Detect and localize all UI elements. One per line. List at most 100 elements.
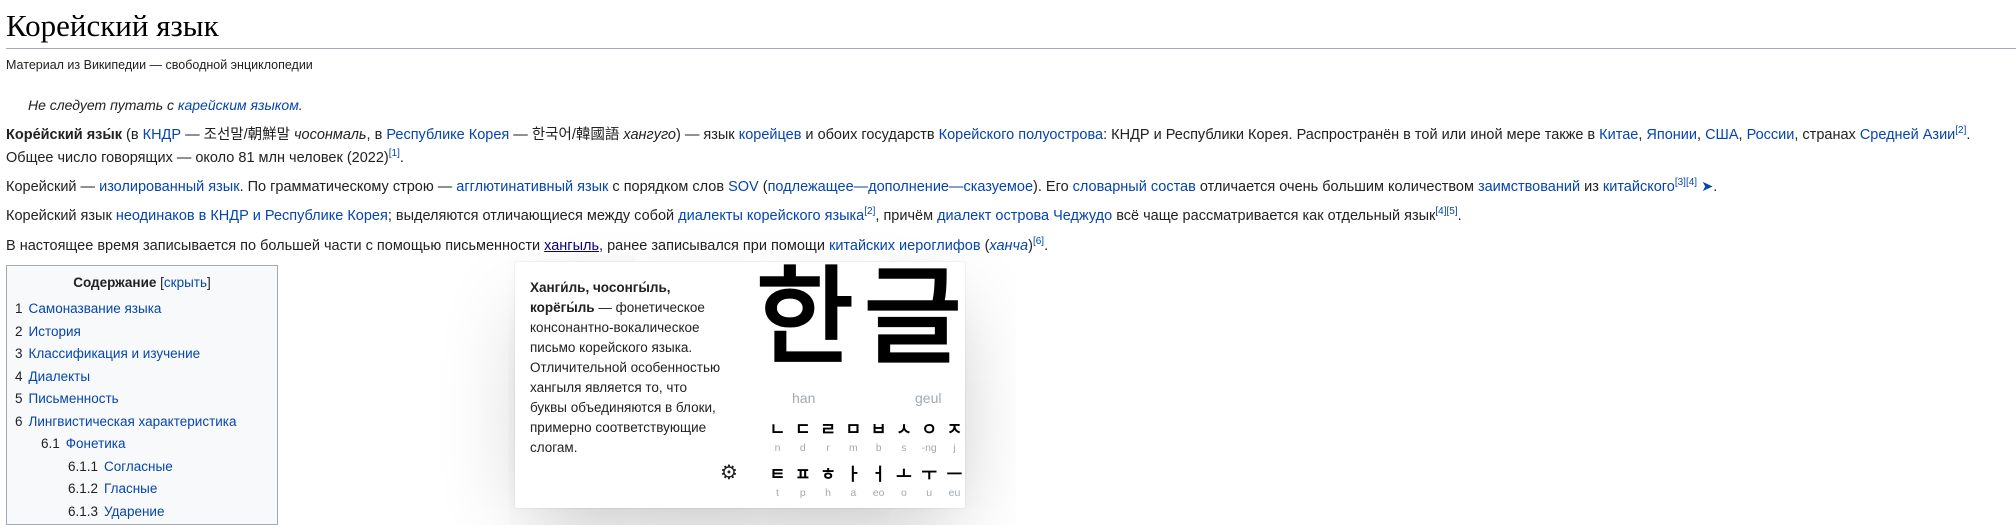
toc-list: 1 Самоназвание языка 2 История 3 Классифика… xyxy=(7,298,277,523)
text: (в xyxy=(122,127,143,143)
link-subject[interactable]: подлежащее xyxy=(768,179,854,195)
romanization: r xyxy=(826,442,830,454)
jamo: ㅅ xyxy=(896,420,912,440)
text: , странах xyxy=(1794,127,1860,143)
link-russia[interactable]: России xyxy=(1747,127,1795,143)
link-vocabulary[interactable]: словарный состав xyxy=(1073,179,1196,195)
ref-link[interactable]: [6] xyxy=(1033,236,1044,247)
romanization: o xyxy=(900,487,907,499)
toc-number: 3 xyxy=(15,346,23,361)
toc-item[interactable]: 3 Классификация и изучение xyxy=(7,343,277,366)
toc-item[interactable]: 6 Лингвистическая характеристика xyxy=(7,411,277,434)
romanization: d xyxy=(799,442,806,454)
toc-title: Содержание xyxy=(73,275,157,290)
dash[interactable]: — xyxy=(854,179,869,195)
link-dialects[interactable]: диалекты корейского языка xyxy=(678,208,864,224)
link-jeju-dialect[interactable]: диалект острова Чеджудо xyxy=(937,208,1112,224)
link-agglutinative[interactable]: агглютинативный язык xyxy=(456,179,608,195)
play-icon[interactable]: ➤ xyxy=(1697,179,1713,195)
jamo: ㅜ xyxy=(921,465,937,485)
toc-link[interactable]: Письменность xyxy=(29,391,119,406)
link-japan[interactable]: Японии xyxy=(1646,127,1697,143)
link-object[interactable]: дополнение xyxy=(868,179,949,195)
ref-link[interactable]: [1] xyxy=(389,148,400,159)
toc-link[interactable]: Самоназвание языка xyxy=(29,301,162,316)
link-predicate[interactable]: сказуемое xyxy=(963,179,1033,195)
toc-item[interactable]: 6.1.1 Согласные xyxy=(7,456,277,479)
text: ( xyxy=(758,179,768,195)
site-tagline: Материал из Википедии — свободной энцикл… xyxy=(6,58,313,72)
romanization: a xyxy=(850,487,857,499)
text: с порядком слов xyxy=(608,179,729,195)
romanization: u xyxy=(926,487,933,499)
toc-item[interactable]: 6.1.2 Гласные xyxy=(7,478,277,501)
link-differences[interactable]: неодинаков в КНДР и Республике Корея xyxy=(116,208,388,224)
romanization-row-2: t p h a eo o u eu xyxy=(768,487,964,499)
ref-link[interactable]: [4][5] xyxy=(1435,206,1457,217)
term-bold: Коре́йский язы́к xyxy=(6,127,123,143)
toc-item[interactable]: 5 Письменность xyxy=(7,388,277,411)
preview-image[interactable]: 한 글 han geul ㄴ ㄷ ㄹ ㅁ ㅂ ㅅ ㅇ ㅈ n d r m b s… xyxy=(756,262,965,508)
paragraph-writing: В настоящее время записывается по больше… xyxy=(6,235,2010,258)
ref-link[interactable]: [2] xyxy=(864,206,875,217)
link-chinese[interactable]: китайского xyxy=(1603,179,1675,195)
link-karelian-language[interactable]: карейским языком xyxy=(178,97,299,113)
text: . xyxy=(1457,208,1462,224)
toc-link[interactable]: Классификация и изучение xyxy=(29,346,201,361)
hatnote-prefix: Не следует путать с xyxy=(28,97,178,113)
text: , в xyxy=(366,127,387,143)
link-hancha[interactable]: ханча xyxy=(989,238,1028,254)
text: из xyxy=(1580,179,1603,195)
toc-link[interactable]: Лингвистическая характеристика xyxy=(29,414,237,429)
link-china[interactable]: Китае xyxy=(1599,127,1638,143)
link-hangul[interactable]: хангыль xyxy=(544,238,599,254)
toc-link[interactable]: Гласные xyxy=(104,481,157,496)
link-sov[interactable]: SOV xyxy=(728,179,759,195)
toc-item[interactable]: 2 История xyxy=(7,321,277,344)
toc-toggle-link[interactable]: скрыть xyxy=(164,275,207,290)
text: — 조선말/朝鮮말 xyxy=(181,127,295,143)
link-usa[interactable]: США xyxy=(1705,127,1738,143)
jamo: ㅇ xyxy=(921,420,937,440)
toc-link[interactable]: Согласные xyxy=(104,459,173,474)
toc-item[interactable]: 4 Диалекты xyxy=(7,366,277,389)
text: . xyxy=(1713,179,1718,195)
toc-header: Содержание [скрыть] xyxy=(73,275,211,290)
toc-item[interactable]: 6.1 Фонетика xyxy=(7,433,277,456)
romanization: n xyxy=(774,442,781,454)
jamo-row-1: ㄴ ㄷ ㄹ ㅁ ㅂ ㅅ ㅇ ㅈ xyxy=(768,415,964,440)
link-kndr[interactable]: КНДР xyxy=(143,127,181,143)
link-hanja[interactable]: китайских иероглифов xyxy=(829,238,981,254)
text-italic: чосонмаль xyxy=(294,127,367,143)
hangul-syllable-geul: 글 xyxy=(864,262,962,379)
link-republic-of-korea[interactable]: Республике Корея xyxy=(386,127,509,143)
jamo: ㅎ xyxy=(820,465,836,485)
ref-link[interactable]: [3][4] xyxy=(1675,177,1697,188)
jamo: ㅁ xyxy=(845,420,862,440)
text: ) — язык xyxy=(676,127,739,143)
gear-icon[interactable]: ⚙ xyxy=(720,460,738,485)
dash[interactable]: — xyxy=(949,179,964,195)
ref-link[interactable]: [2] xyxy=(1955,125,1966,136)
link-central-asia[interactable]: Средней Азии xyxy=(1860,127,1955,143)
text: ). Его xyxy=(1033,179,1073,195)
toc-link[interactable]: Фонетика xyxy=(66,436,126,451)
link-isolated-language[interactable]: изолированный язык xyxy=(99,179,239,195)
toc-link[interactable]: Ударение xyxy=(104,504,164,519)
link-loanwords[interactable]: заимствований xyxy=(1478,179,1580,195)
link-koreans[interactable]: корейцев xyxy=(739,127,802,143)
jamo: ㅌ xyxy=(769,465,786,485)
toc-link[interactable]: Диалекты xyxy=(29,369,91,384)
text: В настоящее время записывается по больше… xyxy=(6,238,545,254)
text: . xyxy=(1044,238,1049,254)
text: , xyxy=(1697,127,1706,143)
preview-extract[interactable]: Ханги́ль, чосонгы́ль, корёгы́ль — фонети… xyxy=(530,278,725,458)
toc-item[interactable]: 1 Самоназвание языка xyxy=(7,298,277,321)
romanization: m xyxy=(848,442,858,454)
toc-item[interactable]: 6.1.3 Ударение xyxy=(7,501,277,524)
jamo: ㅓ xyxy=(870,465,887,485)
page-preview-popup[interactable]: Ханги́ль, чосонгы́ль, корёгы́ль — фонети… xyxy=(515,262,965,508)
toc-link[interactable]: История xyxy=(29,324,81,339)
romanization: p xyxy=(799,487,806,499)
link-korean-peninsula[interactable]: Корейского полуострова xyxy=(939,127,1103,143)
